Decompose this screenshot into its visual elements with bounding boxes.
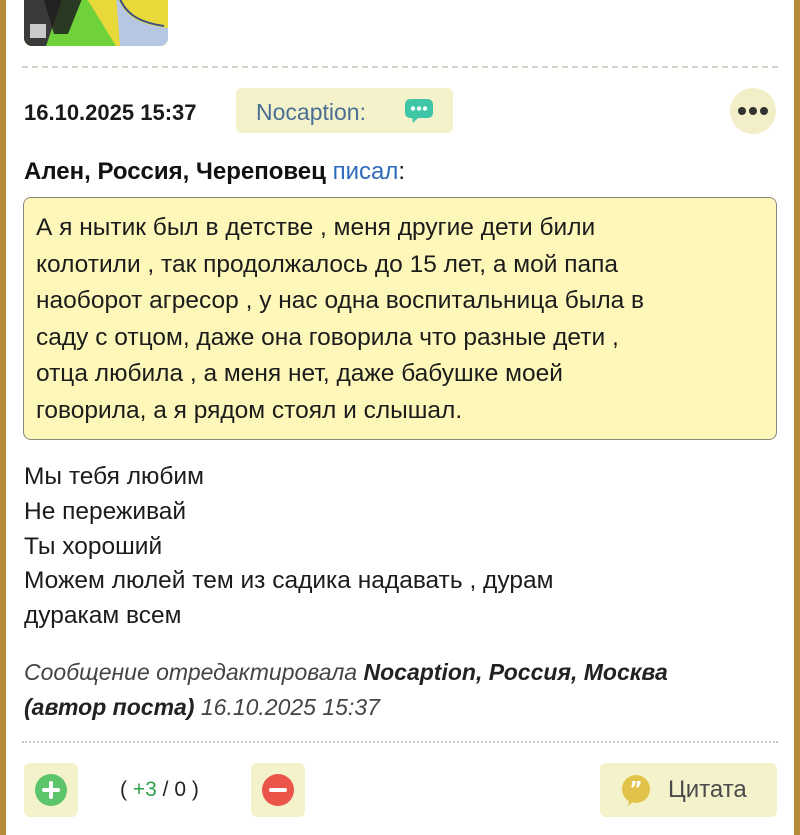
quote-block: А я нытик был в детстве , меня другие де…: [23, 197, 777, 440]
avatar[interactable]: [24, 0, 168, 46]
quote-header: Ален, Россия, Череповец писал:: [24, 158, 405, 186]
edited-date: 16.10.2025 15:37: [200, 694, 380, 720]
separator-top: [22, 66, 778, 68]
score-close: ): [191, 778, 199, 801]
score-plus: +3: [132, 778, 157, 801]
quote-button-label: Цитата: [668, 776, 747, 803]
quote-colon: :: [398, 158, 406, 185]
upvote-button[interactable]: [24, 763, 78, 817]
edited-role: (автор поста): [24, 694, 195, 720]
post-date: 16.10.2025 15:37: [24, 100, 197, 125]
chat-bubble-icon[interactable]: [404, 98, 434, 124]
more-dots-icon[interactable]: [730, 88, 776, 134]
vote-score: ( +3 / 0 ): [120, 778, 199, 802]
body-line: Не переживай: [24, 497, 187, 525]
score-minus: 0: [174, 778, 186, 801]
body-line: Мы тебя любим: [24, 463, 204, 490]
separator-bottom: [22, 741, 778, 743]
quoted-wrote-link[interactable]: писал: [333, 158, 399, 185]
quote-line: саду с отцом, даже она говорила что разн…: [36, 323, 619, 351]
quote-line: А я нытик был в детстве , меня другие де…: [36, 214, 596, 241]
score-sep: /: [156, 778, 175, 801]
author-button[interactable]: Nocaption:: [236, 88, 453, 133]
downvote-button[interactable]: [251, 763, 305, 817]
quote-icon: ”: [622, 775, 650, 806]
body-line: Ты хороший: [24, 532, 163, 560]
quoted-author[interactable]: Ален, Россия, Череповец: [24, 158, 326, 185]
edited-editor[interactable]: Nocaption, Россия, Москва: [364, 659, 668, 685]
edited-note: Сообщение отредактировала Nocaption, Рос…: [24, 655, 764, 725]
score-open: (: [120, 778, 127, 801]
minus-circle-icon: [262, 774, 294, 806]
edited-prefix: Сообщение отредактировала: [24, 659, 358, 685]
quote-line: колотили , так продолжалось до 15 лет, а…: [36, 250, 619, 278]
quote-line: отца любила , а меня нет, даже бабушке м…: [36, 360, 563, 387]
quote-line: говорила, а я рядом стоял и слышал.: [36, 396, 463, 424]
plus-circle-icon: [35, 774, 67, 806]
post-body: Мы тебя любим Не переживай Ты хороший Мо…: [24, 460, 764, 634]
author-name: Nocaption:: [256, 99, 366, 125]
svg-text:”: ”: [629, 777, 642, 801]
body-line: Можем люлей тем из садика надавать , дур…: [24, 567, 554, 595]
quote-button[interactable]: ” Цитата: [600, 763, 777, 817]
quote-line: наоборот агресор , у нас одна воспитальн…: [36, 287, 645, 314]
avatar-image: [24, 0, 168, 46]
post-meta: 16.10.2025 15:37 Nocaption:: [24, 88, 778, 134]
body-line: дуракам всем: [24, 602, 182, 630]
